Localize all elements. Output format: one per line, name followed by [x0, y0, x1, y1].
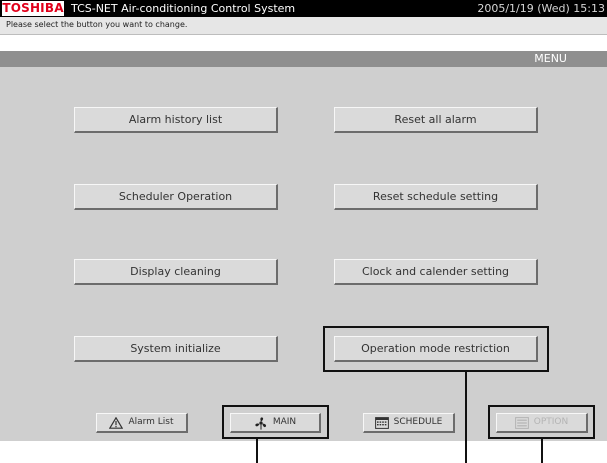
- screen-label-bar: MENU: [0, 51, 607, 67]
- system-initialize-button[interactable]: System initialize: [74, 336, 278, 362]
- highlight-option-button: [488, 405, 595, 439]
- callout-line-main: [256, 439, 258, 463]
- reset-all-alarm-button[interactable]: Reset all alarm: [334, 107, 538, 133]
- date-time-display: 2005/1/19 (Wed) 15:13: [477, 2, 605, 15]
- warning-icon: [109, 416, 124, 429]
- title-bar: TOSHIBA TCS-NET Air-conditioning Control…: [0, 0, 607, 17]
- schedule-button[interactable]: SCHEDULE: [363, 413, 455, 433]
- alarm-history-list-button[interactable]: Alarm history list: [74, 107, 278, 133]
- schedule-label: SCHEDULE: [393, 417, 443, 427]
- clock-and-calender-setting-button[interactable]: Clock and calender setting: [334, 259, 538, 285]
- calendar-icon: [374, 416, 389, 429]
- brand-logo: TOSHIBA: [2, 1, 64, 16]
- instruction-text: Please select the button you want to cha…: [6, 20, 188, 29]
- instruction-bar: Please select the button you want to cha…: [0, 17, 607, 35]
- app-title: TCS-NET Air-conditioning Control System: [71, 2, 296, 15]
- alarm-list-label: Alarm List: [128, 417, 174, 427]
- reset-schedule-setting-button[interactable]: Reset schedule setting: [334, 184, 538, 210]
- scheduler-operation-button[interactable]: Scheduler Operation: [74, 184, 278, 210]
- callout-line-option: [541, 439, 543, 463]
- screen-label: MENU: [534, 52, 567, 65]
- callout-line-operation-mode: [465, 372, 467, 463]
- display-cleaning-button[interactable]: Display cleaning: [74, 259, 278, 285]
- highlight-operation-mode-restriction: [323, 326, 549, 372]
- highlight-main-button: [222, 405, 329, 439]
- alarm-list-button[interactable]: Alarm List: [96, 413, 188, 433]
